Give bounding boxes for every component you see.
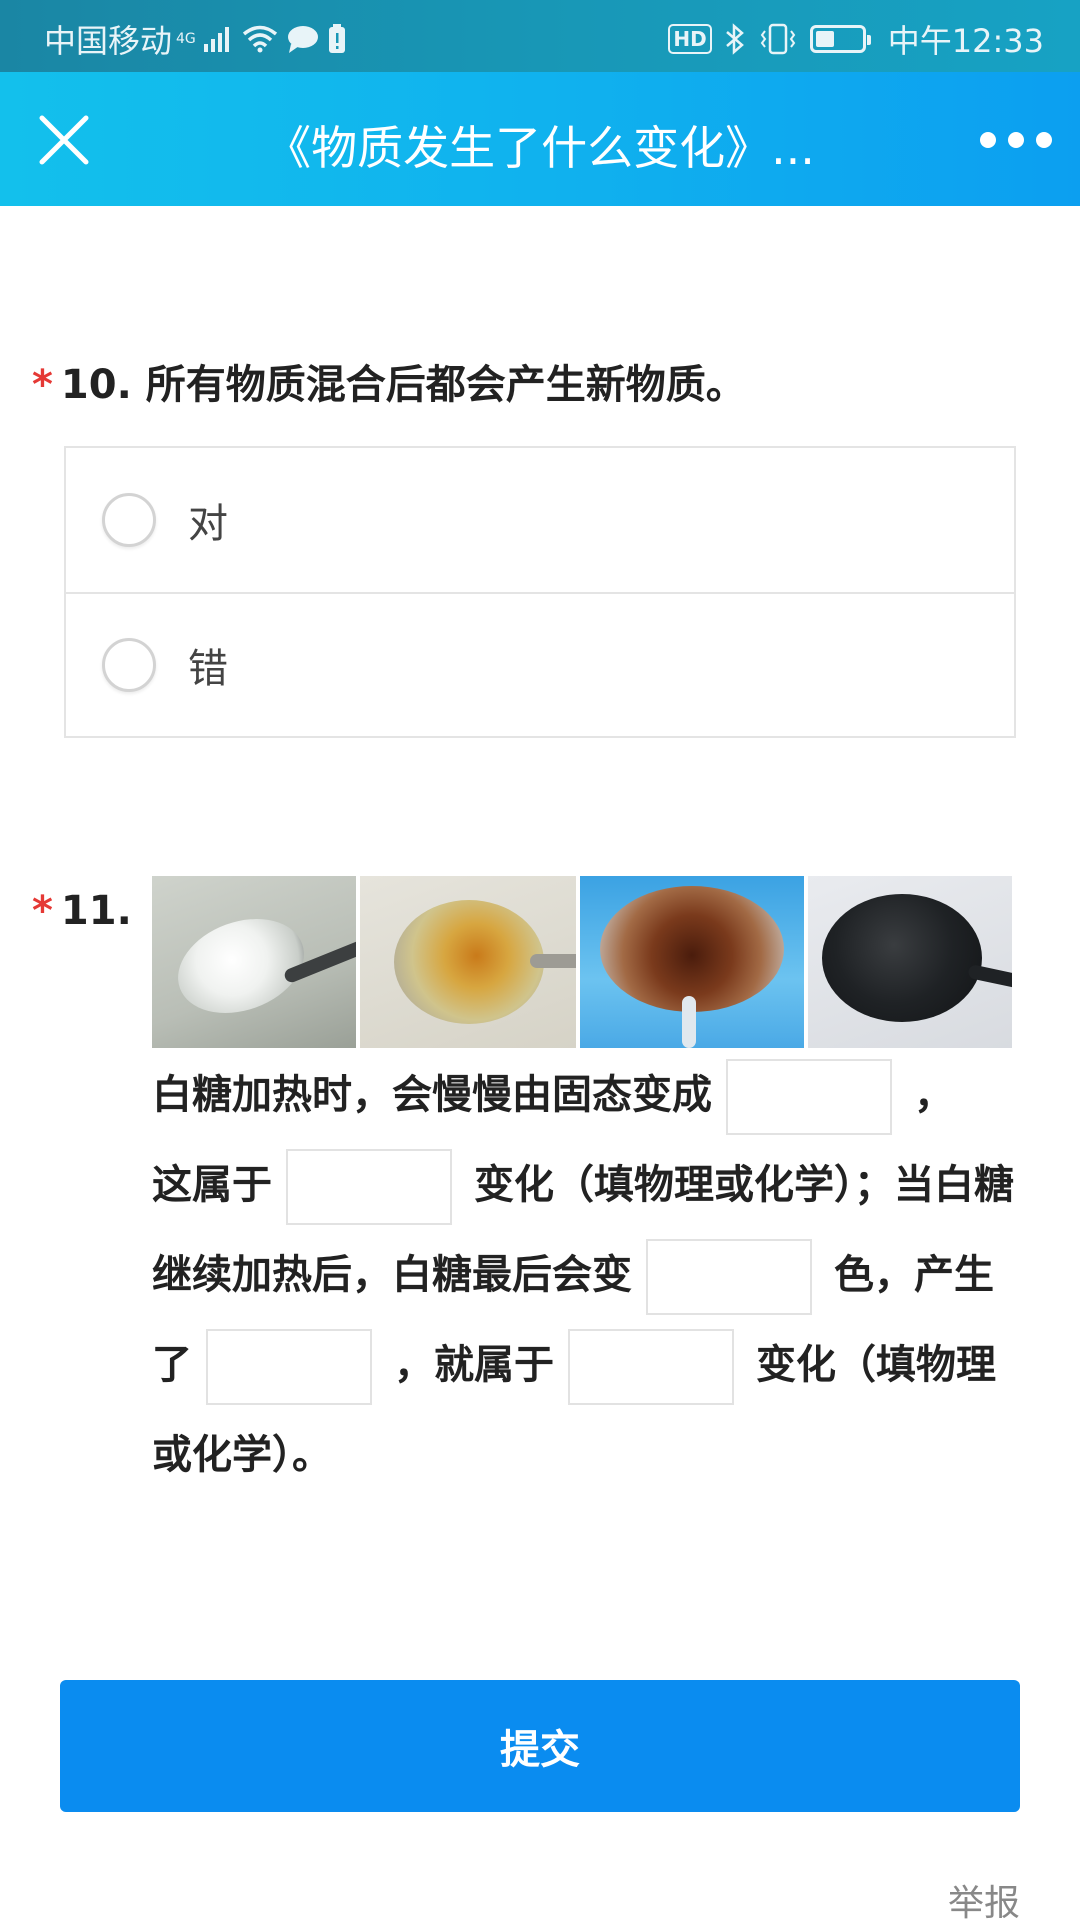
question-number: 11. (60, 888, 132, 934)
option-label: 错 (188, 646, 228, 692)
option-label: 对 (188, 501, 228, 547)
text-segment: 这属于 (152, 1162, 272, 1208)
vibrate-icon (760, 23, 796, 55)
carrier-name: 中国移动 (44, 22, 173, 60)
radio-button[interactable] (102, 638, 156, 692)
question-11-number: * 11. (32, 888, 132, 934)
question-10-options: 对 错 (64, 446, 1016, 738)
text-segment: ， (914, 1072, 954, 1118)
submit-button[interactable]: 提交 (60, 1680, 1020, 1812)
message-icon (287, 26, 318, 53)
more-dot (980, 132, 996, 148)
option-true[interactable]: 对 (66, 448, 1014, 592)
hd-badge: HD (668, 24, 712, 54)
question-text: 所有物质混合后都会产生新物质。 (145, 362, 746, 408)
clock: 中午12:33 (887, 22, 1044, 60)
report-link[interactable]: 举报 (948, 1874, 1020, 1920)
text-segment: ，就属于 (394, 1342, 554, 1388)
blank-change-type-input-2[interactable] (568, 1329, 734, 1405)
battery-icon (809, 25, 871, 53)
burnt-sugar-spoon-image (808, 876, 1012, 1048)
status-bar: 中国移动 4G HD 中午12:33 (0, 0, 1080, 72)
status-left: 中国移动 4G (44, 16, 346, 62)
text-segment: 白糖加热时，会慢慢由固态变成 (152, 1072, 712, 1118)
close-button[interactable] (36, 112, 92, 168)
title-bar: 《物质发生了什么变化》... (0, 72, 1080, 206)
bluetooth-icon (725, 23, 744, 55)
caramel-spoon-image (580, 876, 804, 1048)
battery-alert-icon (328, 24, 345, 53)
question-10-title: * 10. 所有物质混合后都会产生新物质。 (32, 352, 746, 410)
close-icon (39, 115, 89, 165)
more-dot (1008, 132, 1024, 148)
radio-button[interactable] (102, 493, 156, 547)
required-mark: * (32, 362, 53, 408)
option-false[interactable]: 错 (66, 592, 1014, 736)
wifi-icon (242, 25, 277, 53)
question-number: 10. (60, 362, 132, 408)
blank-product-input[interactable] (206, 1329, 372, 1405)
network-type: 4G (176, 31, 196, 47)
melted-sugar-spoon-image (360, 876, 576, 1048)
white-sugar-spoon-image (152, 876, 356, 1048)
question-11-image-strip (152, 876, 1016, 1048)
more-button[interactable] (980, 128, 1052, 152)
question-11-text: 白糖加热时，会慢慢由固态变成，这属于 变化（填物理或化学）；当白糖继续加热后，白糖… (152, 1050, 1022, 1500)
page-title: 《物质发生了什么变化》... (265, 121, 815, 175)
more-dot (1036, 132, 1052, 148)
status-right: HD 中午12:33 (668, 16, 1044, 62)
blank-color-input[interactable] (646, 1239, 812, 1315)
blank-state-input[interactable] (726, 1059, 892, 1135)
required-mark: * (32, 888, 53, 934)
blank-change-type-input-1[interactable] (286, 1149, 452, 1225)
signal-icon (203, 27, 229, 52)
